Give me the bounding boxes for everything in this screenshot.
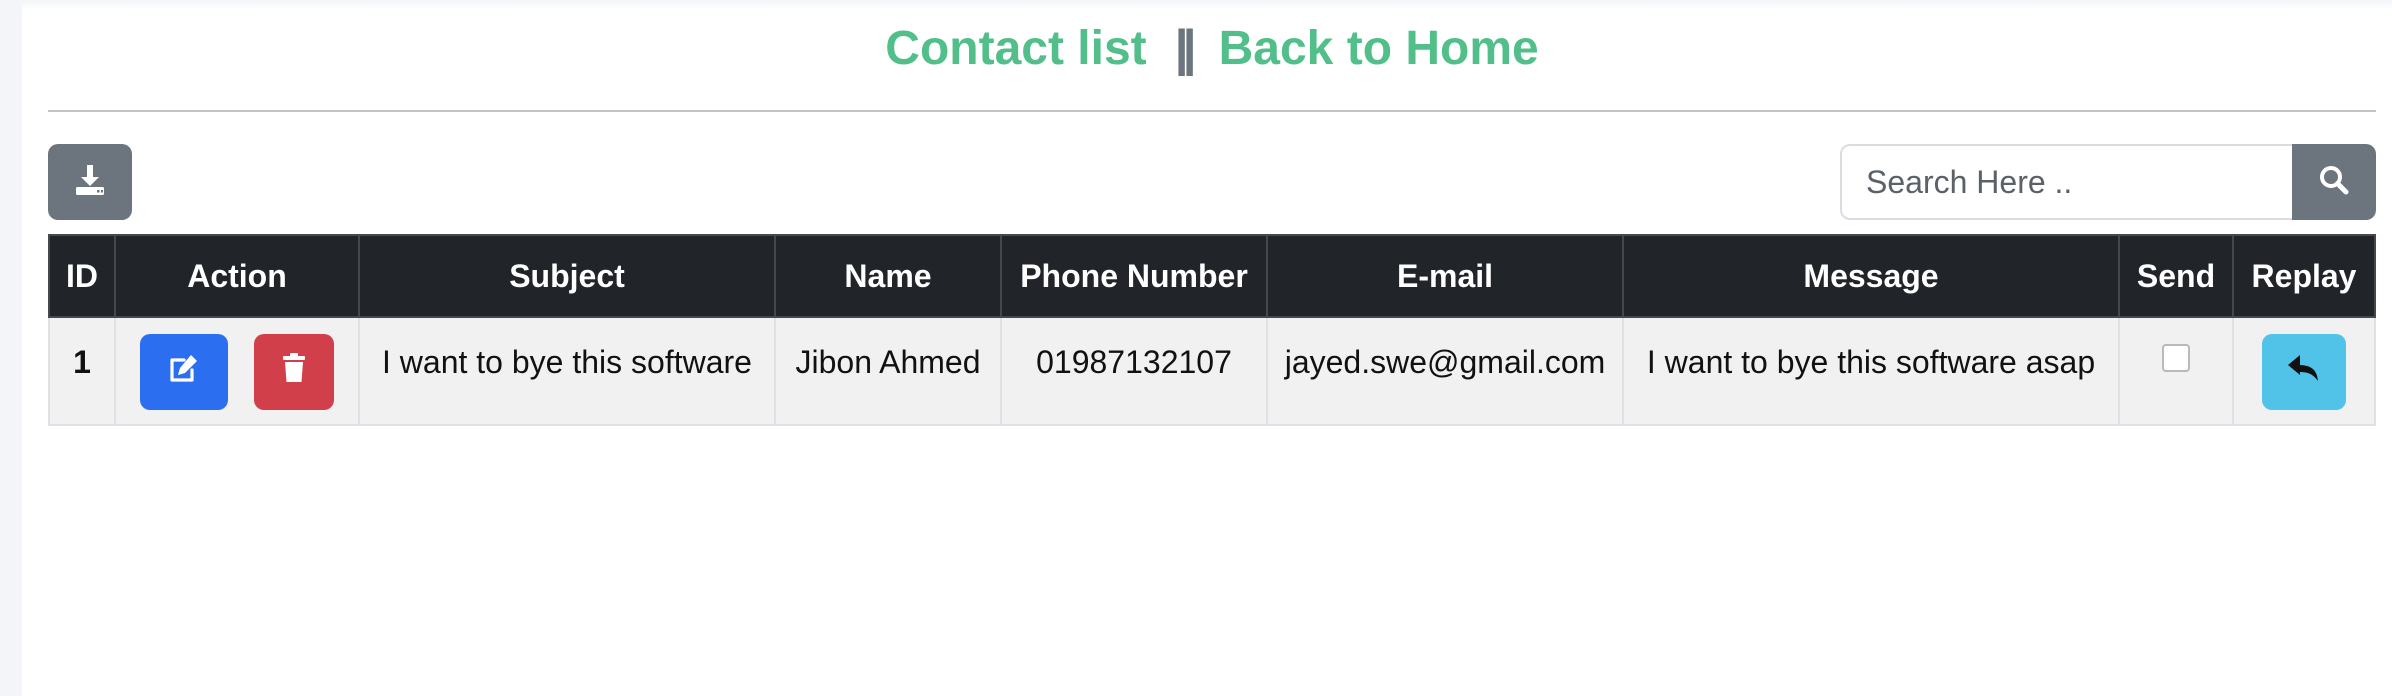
header-nav: Contact list || Back to Home <box>48 0 2376 96</box>
search-group <box>1840 144 2376 220</box>
cell-replay <box>2232 316 2376 426</box>
reply-button[interactable] <box>2262 334 2346 410</box>
col-header-action: Action <box>114 234 360 318</box>
row-name: Jibon Ahmed <box>795 344 981 380</box>
contact-list-link[interactable]: Contact list <box>885 21 1146 76</box>
cell-subject: I want to bye this software <box>358 316 776 426</box>
edit-icon <box>166 350 202 394</box>
col-header-replay: Replay <box>2232 234 2376 318</box>
edit-button[interactable] <box>140 334 228 410</box>
main-container: Contact list || Back to Home Search Here… <box>48 0 2376 426</box>
cell-phone: 01987132107 <box>1000 316 1268 426</box>
col-header-name: Name <box>774 234 1002 318</box>
cell-name: Jibon Ahmed <box>774 316 1002 426</box>
row-phone: 01987132107 <box>1036 344 1232 380</box>
col-header-message: Message <box>1622 234 2120 318</box>
col-header-id: ID <box>48 234 116 318</box>
row-subject: I want to bye this software <box>382 344 752 380</box>
search-input[interactable] <box>1840 144 2292 220</box>
cell-send <box>2118 316 2234 426</box>
row-id: 1 <box>73 344 91 380</box>
send-checkbox[interactable] <box>2162 344 2190 372</box>
left-sidebar-edge <box>0 0 22 696</box>
reply-icon <box>2286 352 2322 392</box>
nav-separator: || <box>1174 20 1197 76</box>
cell-message: I want to bye this software asap <box>1622 316 2120 426</box>
trash-icon <box>280 352 308 392</box>
row-message: I want to bye this software asap <box>1646 344 2096 380</box>
table-row: 1 I want to bye this software Jibon Ahme… <box>48 316 2376 426</box>
toolbar <box>48 144 2376 234</box>
export-button[interactable] <box>48 144 132 220</box>
download-icon <box>73 163 107 202</box>
cell-email: jayed.swe@gmail.com <box>1266 316 1624 426</box>
col-header-send: Send <box>2118 234 2234 318</box>
cell-action <box>114 316 360 426</box>
delete-button[interactable] <box>254 334 334 410</box>
contacts-table: ID Action Subject Name Phone Number E-ma… <box>48 234 2376 426</box>
search-icon <box>2318 164 2350 201</box>
back-to-home-link[interactable]: Back to Home <box>1219 21 1539 76</box>
col-header-email: E-mail <box>1266 234 1624 318</box>
header-divider <box>48 110 2376 112</box>
col-header-phone: Phone Number <box>1000 234 1268 318</box>
row-email: jayed.swe@gmail.com <box>1284 344 1606 380</box>
col-header-subject: Subject <box>358 234 776 318</box>
search-button[interactable] <box>2292 144 2376 220</box>
cell-id: 1 <box>48 316 116 426</box>
table-header-row: ID Action Subject Name Phone Number E-ma… <box>48 234 2376 318</box>
